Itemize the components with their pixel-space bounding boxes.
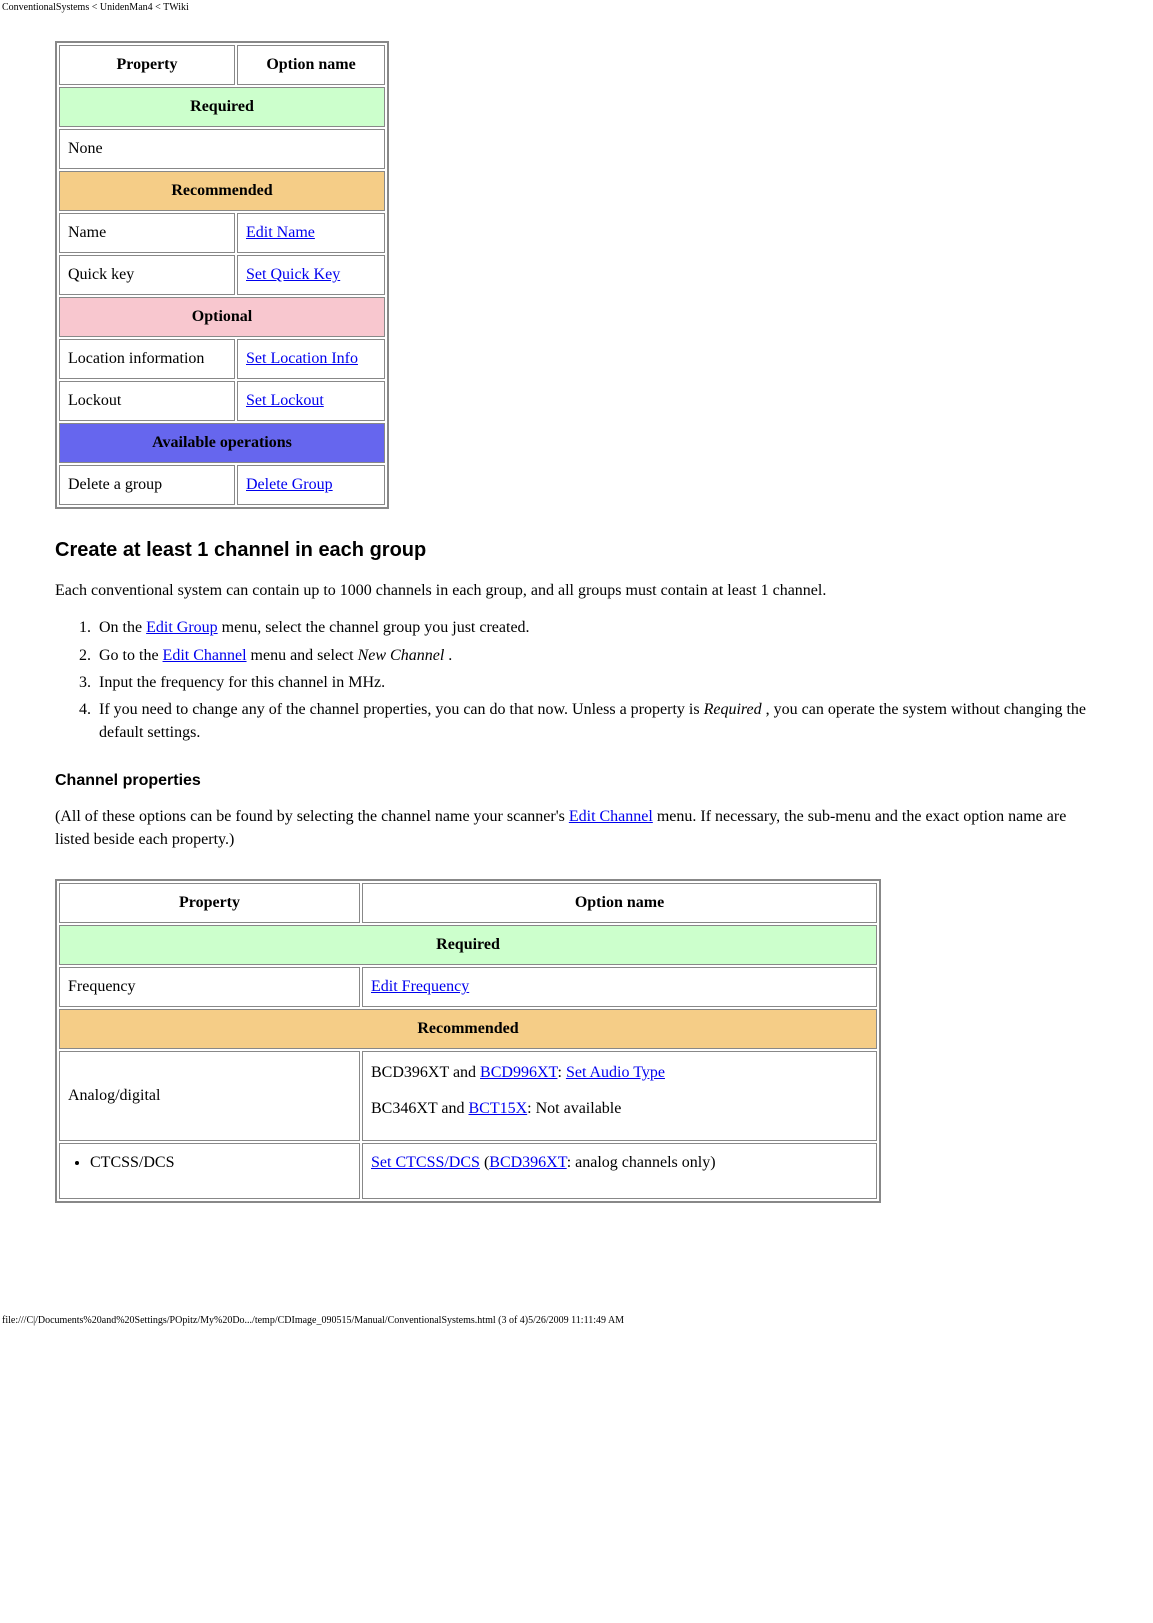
t1-header-property: Property	[59, 45, 235, 85]
t2-required-header: Required	[59, 925, 877, 965]
step-3: Input the frequency for this channel in …	[95, 671, 1098, 694]
t2-header-property: Property	[59, 883, 360, 923]
set-lockout-link[interactable]: Set Lockout	[246, 392, 324, 409]
intro-paragraph: Each conventional system can contain up …	[55, 580, 1098, 602]
set-ctcss-dcs-link[interactable]: Set CTCSS/DCS	[371, 1154, 480, 1171]
t1-opt-lockout-prop: Lockout	[59, 381, 235, 421]
t2-analog-prop: Analog/digital	[59, 1051, 360, 1141]
t2-ctcss-mid: (	[480, 1154, 489, 1171]
edit-name-link[interactable]: Edit Name	[246, 224, 315, 241]
subsection-heading: Channel properties	[55, 772, 1098, 790]
step-1: On the Edit Group menu, select the chann…	[95, 616, 1098, 639]
t2-ctcss-tail: : analog channels only)	[567, 1154, 716, 1171]
t2-freq-prop: Frequency	[59, 967, 360, 1007]
edit-frequency-link[interactable]: Edit Frequency	[371, 978, 469, 995]
subsection-text-a: (All of these options can be found by se…	[55, 808, 569, 825]
steps-list: On the Edit Group menu, select the chann…	[95, 616, 1098, 744]
page-header-path: ConventionalSystems < UnidenMan4 < TWiki	[0, 0, 1153, 13]
page-footer-path: file:///C|/Documents%20and%20Settings/PO…	[0, 1313, 1153, 1330]
subsection-paragraph: (All of these options can be found by se…	[55, 806, 1098, 851]
t2-ctcss-bullet: CTCSS/DCS	[90, 1154, 351, 1172]
t1-optional-header: Optional	[59, 297, 385, 337]
t2-recommended-header: Recommended	[59, 1009, 877, 1049]
t1-rec-quickkey-prop: Quick key	[59, 255, 235, 295]
t1-required-header: Required	[59, 87, 385, 127]
step-2-em: New Channel	[358, 647, 445, 664]
step-4: If you need to change any of the channel…	[95, 698, 1098, 744]
t1-rec-name-prop: Name	[59, 213, 235, 253]
edit-channel-link-sub[interactable]: Edit Channel	[569, 808, 653, 825]
t2-ctcss-option: Set CTCSS/DCS (BCD396XT: analog channels…	[362, 1143, 877, 1199]
t2-ctcss-prop: CTCSS/DCS	[59, 1143, 360, 1199]
step-2-text-c: .	[444, 647, 452, 664]
step-1-text-b: menu, select the channel group you just …	[218, 619, 530, 636]
section-heading: Create at least 1 channel in each group	[55, 539, 1098, 562]
t1-recommended-header: Recommended	[59, 171, 385, 211]
t1-available-ops-header: Available operations	[59, 423, 385, 463]
bcd996xt-link[interactable]: BCD996XT	[480, 1064, 557, 1081]
t2-header-option: Option name	[362, 883, 877, 923]
t2-analog-l2a: BC346XT and	[371, 1100, 468, 1117]
t2-analog-l1b: :	[557, 1064, 565, 1081]
edit-group-link[interactable]: Edit Group	[146, 619, 218, 636]
set-audio-type-link[interactable]: Set Audio Type	[566, 1064, 665, 1081]
t2-analog-l1a: BCD396XT and	[371, 1064, 480, 1081]
set-quick-key-link[interactable]: Set Quick Key	[246, 266, 340, 283]
set-location-info-link[interactable]: Set Location Info	[246, 350, 358, 367]
t1-opt-location-prop: Location information	[59, 339, 235, 379]
t1-header-option: Option name	[237, 45, 385, 85]
step-4-text-a: If you need to change any of the channel…	[99, 701, 704, 718]
t2-analog-l2b: : Not available	[527, 1100, 621, 1117]
step-2-text-a: Go to the	[99, 647, 163, 664]
bcd396xt-link[interactable]: BCD396XT	[489, 1154, 566, 1171]
channel-properties-table: Property Option name Required Frequency …	[55, 879, 881, 1203]
step-4-em: Required	[704, 701, 762, 718]
t1-required-none: None	[59, 129, 385, 169]
group-properties-table: Property Option name Required None Recom…	[55, 41, 389, 509]
bct15x-link[interactable]: BCT15X	[468, 1100, 527, 1117]
step-2: Go to the Edit Channel menu and select N…	[95, 644, 1098, 667]
t2-analog-option: BCD396XT and BCD996XT: Set Audio Type BC…	[362, 1051, 877, 1141]
edit-channel-link-step[interactable]: Edit Channel	[163, 647, 247, 664]
t1-op-delete-prop: Delete a group	[59, 465, 235, 505]
delete-group-link[interactable]: Delete Group	[246, 476, 333, 493]
step-2-text-b: menu and select	[247, 647, 358, 664]
step-1-text-a: On the	[99, 619, 146, 636]
